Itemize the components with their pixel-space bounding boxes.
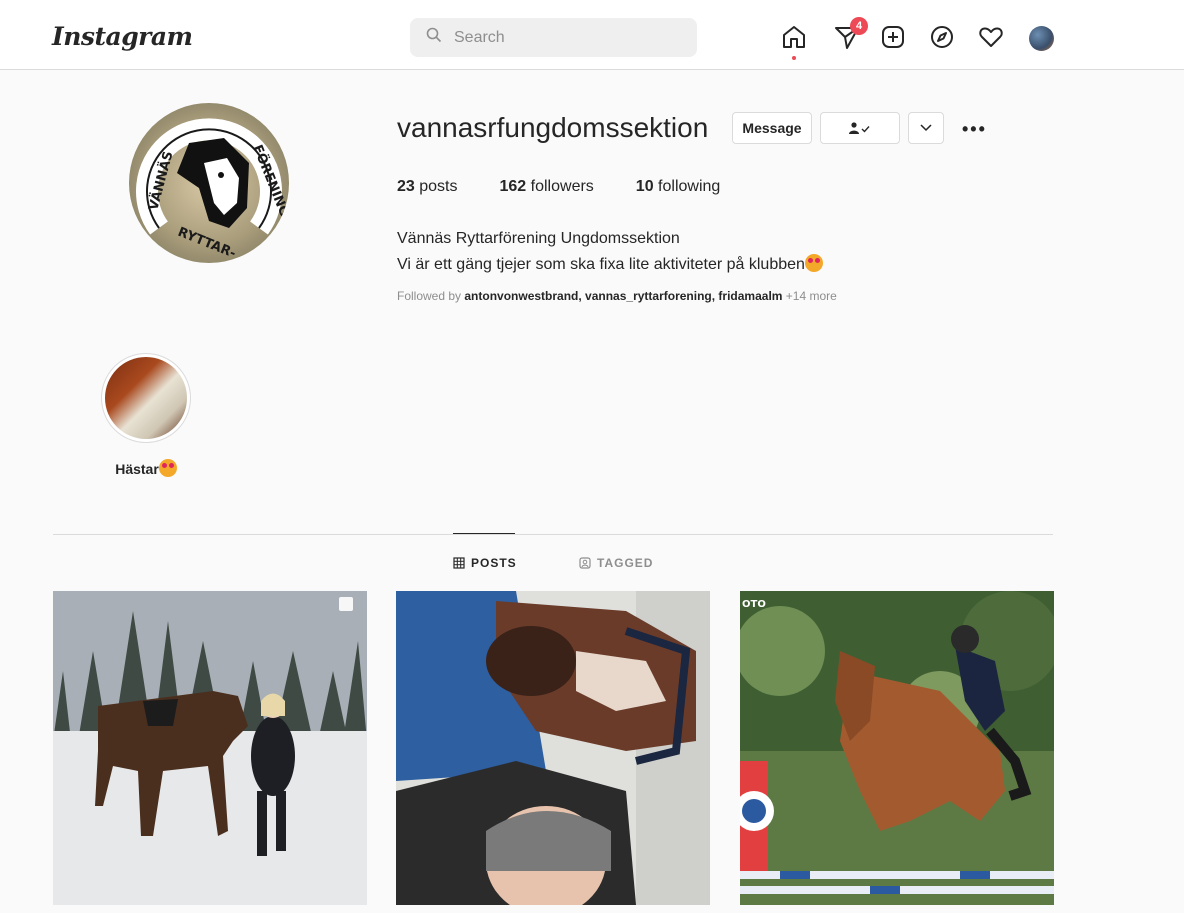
message-button[interactable]: Message bbox=[732, 112, 812, 144]
story-highlight[interactable] bbox=[101, 353, 191, 443]
compass-icon bbox=[931, 26, 953, 48]
notification-badge: 4 bbox=[850, 17, 868, 35]
post-thumbnail[interactable] bbox=[396, 591, 710, 905]
top-navigation-bar: Instagram 4 bbox=[0, 0, 1184, 70]
bio-full-name: Vännäs Ryttarförening Ungdomssektion bbox=[397, 230, 680, 247]
followers-count[interactable]: 162 followers bbox=[500, 178, 594, 196]
more-options-icon[interactable]: ••• bbox=[962, 119, 987, 140]
active-tab-indicator bbox=[453, 533, 515, 534]
highlight-cover-image bbox=[105, 357, 187, 439]
home-button[interactable] bbox=[781, 24, 807, 60]
user-avatar[interactable] bbox=[1029, 26, 1054, 51]
post-thumbnail[interactable] bbox=[53, 591, 367, 905]
profile-bio: Vännäs Ryttarförening Ungdomssektion Vi … bbox=[397, 226, 823, 278]
tabs-divider bbox=[53, 534, 1053, 535]
new-post-button[interactable] bbox=[880, 24, 906, 50]
photo-watermark: OTO bbox=[742, 599, 766, 610]
direct-messages-button[interactable]: 4 bbox=[834, 17, 868, 50]
instagram-logo[interactable]: Instagram bbox=[52, 22, 193, 51]
heart-icon bbox=[979, 27, 1003, 47]
chevron-down-icon bbox=[920, 124, 932, 132]
following-count[interactable]: 10 following bbox=[636, 178, 721, 196]
heart-eyes-emoji-icon bbox=[804, 254, 823, 272]
profile-picture[interactable]: VÄNNÄS FÖRENING RYTTAR- bbox=[129, 103, 289, 263]
post-image-horse-selfie bbox=[396, 591, 710, 905]
posts-count: 23 posts bbox=[397, 178, 458, 195]
active-indicator bbox=[792, 56, 796, 60]
logo-text-bottom: RYTTAR- bbox=[176, 225, 238, 262]
post-image-show-jumping: OTO bbox=[740, 591, 1054, 905]
search-input[interactable] bbox=[454, 28, 674, 47]
post-image-snow-horse bbox=[53, 591, 367, 905]
home-icon bbox=[783, 26, 805, 48]
profile-username: vannasrfungdomssektion bbox=[397, 112, 709, 143]
bio-text-line: Vi är ett gäng tjejer som ska fixa lite … bbox=[397, 252, 823, 278]
person-check-icon bbox=[849, 122, 870, 134]
activity-button[interactable] bbox=[978, 24, 1004, 50]
grid-icon bbox=[453, 557, 465, 569]
search-box[interactable] bbox=[410, 18, 697, 57]
tab-tagged[interactable]: TAGGED bbox=[579, 556, 653, 570]
following-button[interactable] bbox=[820, 112, 900, 144]
explore-button[interactable] bbox=[929, 24, 955, 50]
profile-stats: 23 posts 162 followers 10 following bbox=[397, 178, 762, 196]
highlight-label: Hästar bbox=[80, 459, 212, 477]
plus-square-icon bbox=[882, 26, 904, 48]
heart-eyes-emoji-icon bbox=[158, 459, 177, 477]
search-icon bbox=[426, 27, 442, 48]
tab-posts[interactable]: POSTS bbox=[453, 556, 517, 570]
tagged-person-icon bbox=[579, 557, 591, 569]
suggested-dropdown-button[interactable] bbox=[908, 112, 944, 144]
post-thumbnail[interactable]: OTO bbox=[740, 591, 1054, 905]
followed-by[interactable]: Followed by antonvonwestbrand, vannas_ry… bbox=[397, 289, 837, 303]
